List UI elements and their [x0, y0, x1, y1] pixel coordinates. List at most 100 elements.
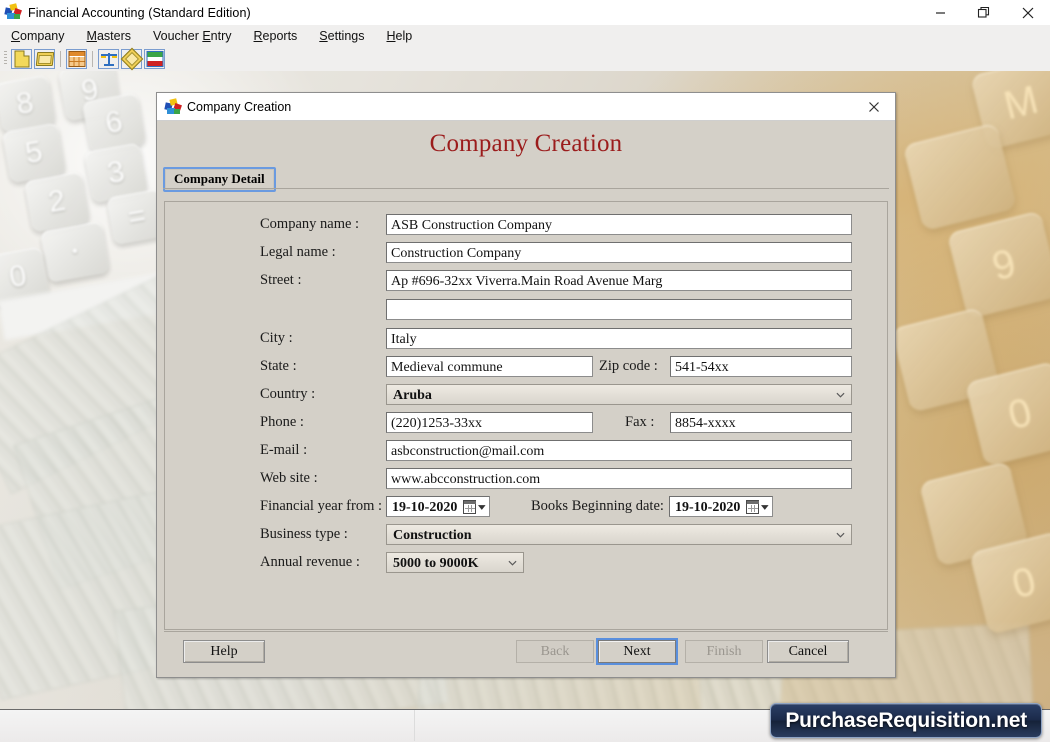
watermark-text: PurchaseRequisition.net [785, 708, 1027, 732]
financial-year-datepicker[interactable]: 19-10-2020 [386, 496, 490, 517]
chevron-down-icon [836, 392, 845, 398]
company-detail-panel: Company name : ASB Construction Company … [164, 201, 888, 630]
chevron-down-icon [761, 504, 769, 510]
menubar: Company Masters Voucher Entry Reports Se… [0, 25, 525, 46]
window-controls [918, 0, 1050, 25]
toolbar-separator [60, 50, 61, 67]
calendar-icon [463, 500, 477, 514]
zip-code-input[interactable]: 541-54xx [670, 356, 852, 377]
application-window: Financial Accounting (Standard Edition) … [0, 0, 1050, 742]
books-beginning-value: 19-10-2020 [675, 500, 741, 515]
calendar-icon [746, 500, 760, 514]
next-button[interactable]: Next [598, 640, 676, 663]
ledger-grid-button[interactable] [66, 48, 87, 69]
datepicker-control[interactable] [746, 500, 769, 514]
dialog-heading-area: Company Creation [157, 121, 895, 167]
toolbar-separator [92, 50, 93, 67]
state-input[interactable]: Medieval commune [386, 356, 593, 377]
close-button[interactable] [1006, 0, 1050, 25]
street-label: Street : [260, 272, 302, 288]
dialog-title: Company Creation [187, 99, 292, 114]
menu-item-voucher-entry[interactable]: Voucher Entry [142, 26, 243, 46]
page-title: Company Creation [429, 130, 623, 157]
annual-revenue-value: 5000 to 9000K [393, 556, 479, 571]
email-input[interactable]: asbconstruction@mail.com [386, 440, 852, 461]
watermark-badge: PurchaseRequisition.net [770, 703, 1042, 738]
annual-revenue-label: Annual revenue : [260, 554, 360, 570]
help-button[interactable]: Help [183, 640, 265, 663]
menu-item-masters[interactable]: Masters [76, 26, 142, 46]
company-detail-form: Company name : ASB Construction Company … [165, 202, 887, 629]
window-title: Financial Accounting (Standard Edition) [28, 5, 251, 20]
financial-year-label: Financial year from : [260, 498, 382, 514]
voucher-button[interactable] [120, 47, 143, 70]
calc-key: • [39, 221, 111, 283]
annual-revenue-select[interactable]: 5000 to 9000K [386, 552, 524, 573]
close-icon [1022, 7, 1034, 18]
menubar-filler [525, 25, 1050, 46]
add-entry-icon [146, 50, 163, 67]
legal-name-input[interactable]: Construction Company [386, 242, 852, 263]
phone-label: Phone : [260, 414, 304, 430]
calc-key: 9 [946, 210, 1050, 320]
books-beginning-datepicker[interactable]: 19-10-2020 [669, 496, 773, 517]
dialog-footer: Help Back Next Finish Cancel [164, 631, 888, 670]
trial-balance-button[interactable] [98, 48, 119, 69]
email-label: E-mail : [260, 442, 308, 458]
zip-code-label: Zip code : [599, 358, 658, 374]
toolbar-grip[interactable] [4, 51, 7, 66]
dialog-close-button[interactable] [859, 93, 889, 120]
back-button[interactable]: Back [516, 640, 594, 663]
chevron-down-icon [508, 560, 517, 566]
country-select[interactable]: Aruba [386, 384, 852, 405]
minimize-icon [935, 12, 945, 14]
fax-label: Fax : [625, 414, 655, 430]
menu-item-settings[interactable]: Settings [308, 26, 375, 46]
open-company-button[interactable] [34, 48, 55, 69]
company-creation-dialog: Company Creation Company Creation Compan… [156, 92, 896, 678]
website-label: Web site : [260, 470, 318, 486]
new-company-button[interactable] [11, 48, 32, 69]
company-name-input[interactable]: ASB Construction Company [386, 214, 852, 235]
city-label: City : [260, 330, 293, 346]
website-input[interactable]: www.abcconstruction.com [386, 468, 852, 489]
business-type-value: Construction [393, 528, 472, 543]
financial-year-value: 19-10-2020 [392, 500, 458, 515]
menu-item-company[interactable]: Company [0, 26, 76, 46]
minimize-button[interactable] [918, 0, 962, 25]
trial-balance-icon [100, 52, 117, 66]
maximize-button[interactable] [962, 0, 1006, 25]
add-entry-button[interactable] [144, 48, 165, 69]
tabstrip-divider [163, 188, 889, 189]
country-select-value: Aruba [393, 388, 432, 403]
company-name-label: Company name : [260, 216, 360, 232]
datepicker-control[interactable] [463, 500, 486, 514]
window-titlebar: Financial Accounting (Standard Edition) [0, 0, 1050, 26]
close-icon [869, 101, 879, 112]
phone-input[interactable]: (220)1253-33xx [386, 412, 593, 433]
business-type-label: Business type : [260, 526, 348, 542]
dialog-titlebar: Company Creation [157, 93, 895, 121]
open-company-icon [35, 51, 54, 66]
books-beginning-label: Books Beginning date: [531, 498, 664, 514]
new-company-icon [14, 50, 29, 67]
menu-item-help[interactable]: Help [375, 26, 423, 46]
ledger-grid-icon [68, 50, 85, 67]
fax-input[interactable]: 8854-xxxx [670, 412, 852, 433]
chevron-down-icon [836, 532, 845, 538]
finish-button[interactable]: Finish [685, 640, 763, 663]
menu-item-reports[interactable]: Reports [243, 26, 309, 46]
legal-name-label: Legal name : [260, 244, 336, 260]
cancel-button[interactable]: Cancel [767, 640, 849, 663]
calc-key: 5 [1, 122, 67, 184]
city-input[interactable]: Italy [386, 328, 852, 349]
street-line2-input[interactable] [386, 299, 852, 320]
state-label: State : [260, 358, 297, 374]
country-label: Country : [260, 386, 316, 402]
statusbar: PurchaseRequisition.net [0, 703, 1050, 742]
calc-key: 2 [23, 171, 91, 233]
statusbar-segment [0, 710, 415, 741]
tabstrip: Company Detail [157, 167, 895, 192]
street-input[interactable]: Ap #696-32xx Viverra.Main Road Avenue Ma… [386, 270, 852, 291]
business-type-select[interactable]: Construction [386, 524, 852, 545]
